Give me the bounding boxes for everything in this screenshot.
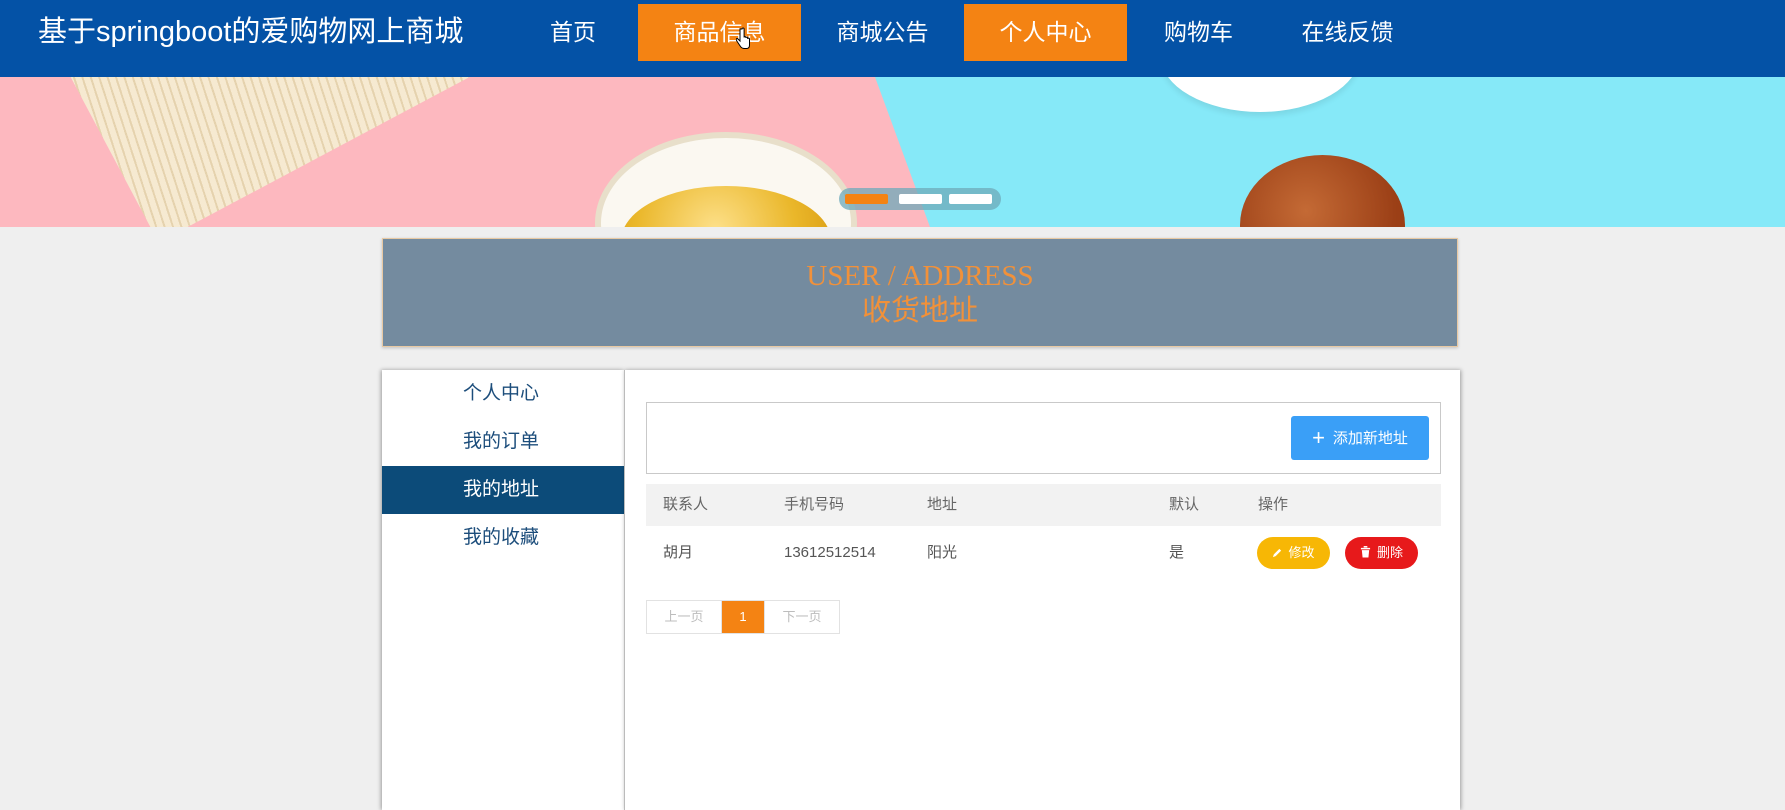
site-title: 基于springboot的爱购物网上商城 <box>38 16 464 48</box>
page-title-cn: 收货地址 <box>861 295 978 327</box>
nav-products[interactable]: 商品信息 <box>638 4 801 61</box>
page-1-button[interactable]: 1 <box>722 601 764 633</box>
table-header: 联系人 手机号码 地址 默认 操作 <box>646 484 1441 526</box>
spoon-image <box>1240 155 1405 227</box>
nav-announcements[interactable]: 商城公告 <box>801 4 964 61</box>
hero-banner <box>0 77 1785 227</box>
pagination: 上一页 1 下一页 <box>646 600 840 634</box>
trash-icon <box>1360 546 1371 558</box>
header-contact: 联系人 <box>663 496 709 513</box>
edit-button[interactable]: 修改 <box>1257 537 1330 569</box>
pencil-icon <box>1273 548 1282 558</box>
row-address: 阳光 <box>927 544 958 561</box>
page-header: USER / ADDRESS 收货地址 <box>382 238 1458 347</box>
main-nav: 首页 商品信息 商城公告 个人中心 购物车 在线反馈 <box>508 4 1425 61</box>
plus-icon: + <box>1312 425 1325 450</box>
add-address-label: 添加新地址 <box>1332 430 1408 447</box>
nav-user-center[interactable]: 个人中心 <box>964 4 1127 61</box>
header-actions: 操作 <box>1258 496 1289 513</box>
header-phone: 手机号码 <box>784 496 845 513</box>
address-panel: + 添加新地址 联系人 手机号码 地址 默认 操作 胡月 13612512514 … <box>624 370 1460 810</box>
edit-label: 修改 <box>1288 545 1315 560</box>
banner-dot-1[interactable] <box>845 194 888 204</box>
side-menu: 个人中心 我的订单 我的地址 我的收藏 <box>382 370 624 810</box>
nav-home[interactable]: 首页 <box>508 4 638 61</box>
banner-dot-3[interactable] <box>949 194 992 204</box>
header-default: 默认 <box>1169 496 1200 513</box>
hand-cursor-icon <box>736 27 750 49</box>
prev-page-button[interactable]: 上一页 <box>647 601 722 633</box>
side-item-addresses[interactable]: 我的地址 <box>382 466 624 514</box>
delete-label: 删除 <box>1376 545 1403 560</box>
nav-cart[interactable]: 购物车 <box>1127 4 1270 61</box>
plate-image <box>1160 77 1360 112</box>
table-row: 胡月 13612512514 阳光 是 修改 删除 <box>646 526 1441 580</box>
address-table: 联系人 手机号码 地址 默认 操作 胡月 13612512514 阳光 是 修改… <box>646 484 1441 580</box>
side-item-favorites[interactable]: 我的收藏 <box>382 514 624 562</box>
page-title-en: USER / ADDRESS <box>806 260 1034 292</box>
row-phone: 13612512514 <box>784 544 876 561</box>
next-page-button[interactable]: 下一页 <box>764 601 839 633</box>
delete-button[interactable]: 删除 <box>1345 537 1418 569</box>
top-navbar: 基于springboot的爱购物网上商城 首页 商品信息 商城公告 个人中心 购… <box>0 0 1785 77</box>
banner-dot-2[interactable] <box>899 194 942 204</box>
add-address-button[interactable]: + 添加新地址 <box>1291 416 1429 460</box>
header-address: 地址 <box>927 496 958 513</box>
row-contact: 胡月 <box>663 544 694 561</box>
row-default: 是 <box>1169 544 1185 561</box>
nav-feedback[interactable]: 在线反馈 <box>1270 4 1425 61</box>
side-item-orders[interactable]: 我的订单 <box>382 418 624 466</box>
address-toolbar: + 添加新地址 <box>646 402 1441 474</box>
banner-pagination <box>839 188 1001 210</box>
side-item-user-center[interactable]: 个人中心 <box>382 370 624 418</box>
